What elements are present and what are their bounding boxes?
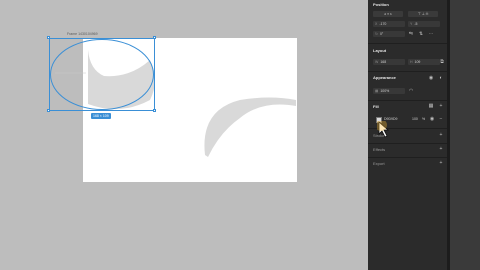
add-fill-icon[interactable]: + (438, 103, 444, 109)
divider (368, 143, 450, 144)
align-center-h-icon[interactable]: ≡ (387, 12, 389, 16)
crescent-shape (204, 97, 296, 157)
remove-fill-icon[interactable]: − (438, 116, 444, 122)
y-value: -5 (414, 22, 418, 26)
resize-handle-top-right[interactable] (153, 36, 156, 39)
export-section-title[interactable]: Export (373, 161, 385, 166)
mouse-cursor-icon (377, 121, 390, 138)
selection-box[interactable] (49, 38, 155, 111)
opacity-field[interactable]: ▦ 100% (373, 88, 405, 94)
divider (368, 157, 450, 158)
constrain-proportions-icon[interactable]: ⧉ (439, 59, 445, 65)
position-section-title: Position (373, 2, 389, 7)
fill-unit: % (422, 117, 426, 121)
align-middle-icon[interactable]: ⊥ (422, 12, 425, 16)
x-label: X (375, 22, 378, 26)
layout-section-title: Layout (373, 48, 387, 53)
width-field[interactable]: W 168 (373, 59, 405, 65)
design-canvas[interactable]: Frame 1430104969 168 × 109 (0, 0, 368, 270)
fill-style-icon[interactable]: ▦ (428, 103, 434, 109)
resize-handle-bottom-right[interactable] (153, 109, 156, 112)
rotation-icon: ↻ (375, 32, 378, 36)
rotation-value: 0° (379, 32, 384, 36)
add-stroke-icon[interactable]: + (438, 132, 444, 138)
more-icon[interactable]: ⋯ (428, 31, 434, 37)
blend-mode-icon[interactable]: ◐ (438, 75, 444, 81)
add-effect-icon[interactable]: + (438, 146, 444, 152)
resize-handle-top-left[interactable] (47, 36, 50, 39)
align-vertical-group[interactable]: ⊤ ⊥ ╧ (408, 11, 438, 17)
h-label: H (410, 60, 413, 64)
align-right-icon[interactable]: ⫸ (390, 12, 392, 16)
w-value: 168 (380, 60, 387, 64)
divider (368, 43, 450, 44)
opacity-icon: ▦ (375, 89, 379, 93)
divider (368, 71, 450, 72)
opacity-value: 100% (380, 89, 390, 93)
y-field[interactable]: Y -5 (408, 21, 440, 27)
w-label: W (375, 60, 379, 64)
corner-radius-icon[interactable]: ◠ (408, 88, 414, 94)
effects-section-title[interactable]: Effects (373, 147, 385, 152)
appearance-section-title: Appearance (373, 75, 396, 80)
x-value: -170 (379, 22, 387, 26)
ellipse-outline (50, 39, 154, 110)
align-top-icon[interactable]: ⊤ (418, 12, 421, 16)
h-value: 109 (414, 60, 421, 64)
right-gutter (450, 0, 480, 270)
eye-icon[interactable]: ◉ (429, 116, 435, 122)
fill-opacity-value: 100 (412, 117, 418, 121)
resize-handle-bottom-left[interactable] (47, 109, 50, 112)
fill-section-title: Fill (373, 104, 379, 109)
size-badge: 168 × 109 (91, 113, 111, 119)
height-field[interactable]: H 109 (408, 59, 440, 65)
align-bottom-icon[interactable]: ╧ (426, 12, 428, 16)
x-field[interactable]: X -170 (373, 21, 405, 27)
rotation-field[interactable]: ↻ 0° (373, 31, 405, 37)
align-horizontal-group[interactable]: ⫷ ≡ ⫸ (373, 11, 403, 17)
visibility-icon[interactable]: ◉ (428, 75, 434, 81)
align-left-icon[interactable]: ⫷ (384, 12, 386, 16)
y-label: Y (410, 22, 413, 26)
flip-vertical-icon[interactable]: ⇅ (418, 31, 424, 37)
flip-horizontal-icon[interactable]: ⇋ (408, 31, 414, 37)
add-export-icon[interactable]: + (438, 160, 444, 166)
divider (368, 100, 450, 101)
